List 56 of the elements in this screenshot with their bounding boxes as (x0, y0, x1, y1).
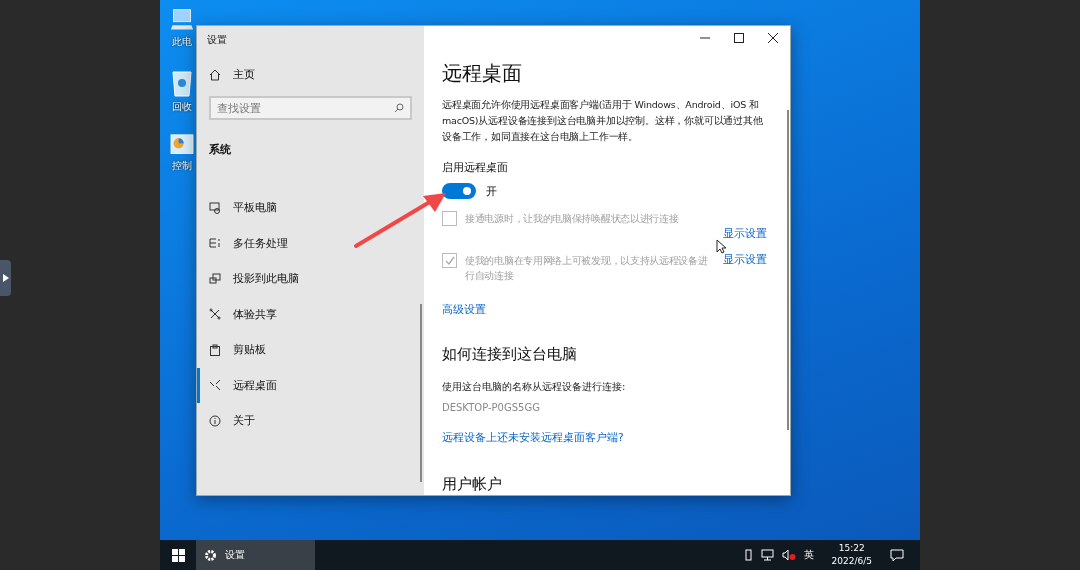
sidebar-item-label: 多任务处理 (233, 235, 288, 251)
sidebar-item[interactable]: 投影到此电脑 (197, 261, 424, 297)
tablet-icon (209, 201, 221, 214)
network-icon[interactable] (760, 549, 774, 561)
taskbar-app-button[interactable]: 设置 (196, 540, 315, 570)
description-text: 远程桌面允许你使用远程桌面客户端(适用于 Windows、Android、iOS 和 macOS)从远程设备连接到这台电脑并加以控制。这样，你就可以通过其他设备工作，如同直接在这台电脑上工作一样。 (442, 98, 764, 144)
sidebar-item-label: 平板电脑 (233, 200, 277, 216)
sidebar-item[interactable]: 多任务处理 (197, 225, 424, 261)
instruction-text: 使用这台电脑的名称从远程设备进行连接: (442, 380, 626, 394)
input-language-indicator[interactable]: 英 (803, 548, 814, 562)
checkbox-label: 接通电源时，让我的电脑保持唤醒状态以进行连接 (465, 212, 680, 226)
home-icon[interactable] (209, 68, 221, 81)
section-heading: 如何连接到这台电脑 (442, 345, 577, 364)
scrollbar[interactable] (420, 304, 422, 482)
close-icon (768, 33, 778, 43)
info-icon (209, 414, 221, 427)
recycle-bin-icon[interactable] (171, 69, 193, 97)
pc-name-text: DESKTOP-P0GS5GG (442, 402, 540, 413)
sidebar-item[interactable]: 剪贴板 (197, 332, 424, 368)
sidebar-item-label: 投影到此电脑 (233, 271, 299, 287)
cursor-icon (716, 239, 726, 254)
section-heading: 用户帐户 (442, 475, 502, 494)
muted-volume-icon[interactable] (781, 549, 796, 561)
side-panel-handle[interactable] (0, 260, 11, 296)
client-help-link[interactable]: 远程设备上还未安装远程桌面客户端? (442, 431, 624, 445)
window-title: 设置 (206, 33, 228, 47)
sidebar-item-label: 剪贴板 (233, 342, 266, 358)
control-panel-icon[interactable] (170, 134, 194, 156)
sidebar-item-label: 远程桌面 (233, 377, 277, 393)
sidebar-item[interactable]: 体验共享 (197, 296, 424, 332)
windows-logo-icon (171, 548, 185, 562)
desktop-icon-label: 控制 (172, 159, 192, 173)
gear-icon (204, 548, 217, 562)
computer-icon[interactable] (170, 8, 194, 32)
advanced-settings-link[interactable]: 高级设置 (442, 303, 486, 317)
desktop-icon-label: 回收 (172, 100, 192, 114)
page-title: 远程桌面 (442, 60, 522, 87)
clipboard-icon (209, 343, 221, 356)
section-heading: 系统 (208, 142, 232, 157)
toggle-label: 启用远程桌面 (442, 161, 508, 175)
toggle-state-text: 开 (486, 183, 497, 199)
maximize-icon (734, 33, 744, 43)
notification-icon[interactable] (890, 548, 904, 562)
desktop-icon-label: 此电 (172, 35, 192, 49)
sidebar-item-label: 体验共享 (233, 306, 277, 322)
sidebar-item[interactable]: 关于 (197, 403, 424, 439)
sidebar-item-label: 关于 (233, 413, 255, 429)
toggle-switch[interactable] (442, 183, 476, 199)
search-field[interactable]: 查找设置 (209, 96, 412, 120)
home-link[interactable]: 主页 (233, 67, 255, 82)
share-icon (209, 308, 221, 321)
search-icon (394, 103, 404, 113)
sidebar-item[interactable]: 平板电脑 (197, 190, 424, 226)
checkbox-label: 使我的电脑在专用网络上可被发现，以支持从远程设备进行自动连接 (465, 254, 709, 283)
scrollbar[interactable] (787, 110, 789, 430)
taskbar-clock[interactable]: 15:22 2022/6/5 (821, 542, 882, 568)
